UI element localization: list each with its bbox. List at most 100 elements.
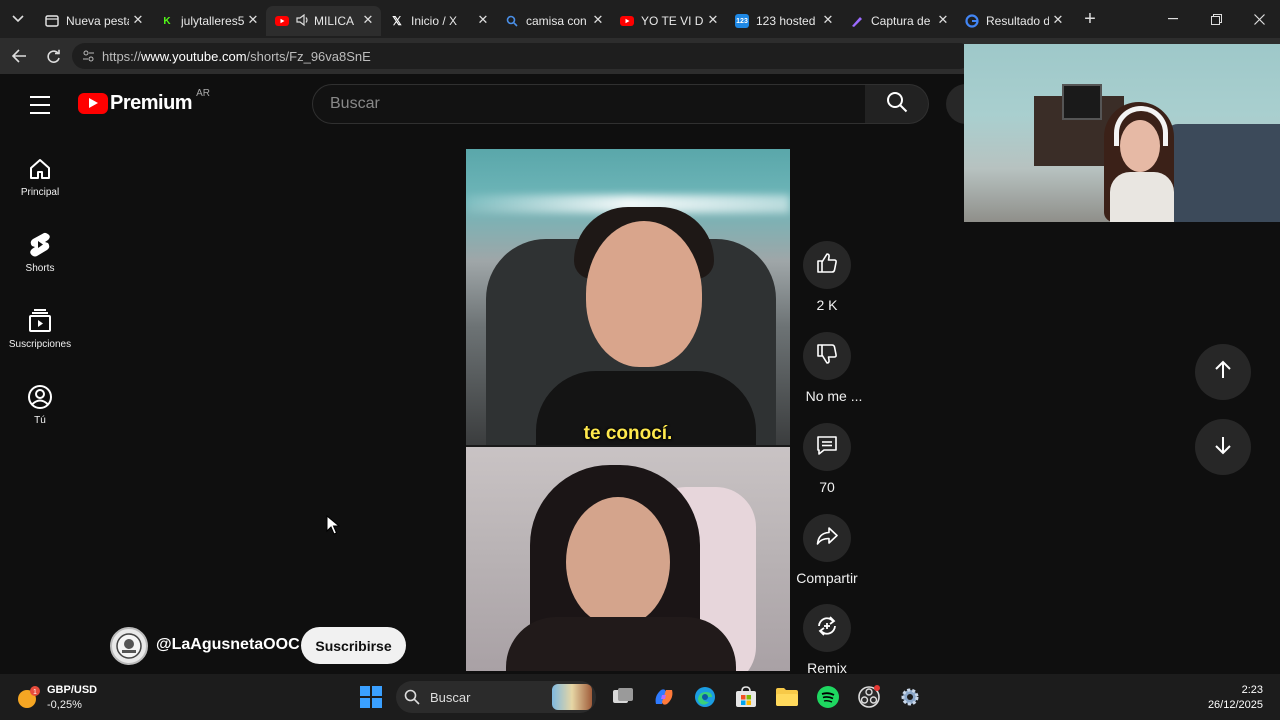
tab-milica-active[interactable]: MILICA ✕ [266,6,381,36]
previous-short-button[interactable] [1195,344,1251,400]
back-button[interactable] [2,39,36,73]
tab-title: Resultado d [986,14,1049,28]
remix-action[interactable]: Remix [803,604,851,676]
search-button[interactable] [865,84,929,124]
search-icon [505,14,519,28]
remix-button[interactable] [803,604,851,652]
task-view-icon[interactable] [608,682,638,712]
speaker-icon[interactable] [296,13,310,29]
search-input[interactable]: Buscar [312,84,866,124]
microsoft-store-icon[interactable] [731,682,761,712]
x-icon: 𝕏 [392,14,402,28]
close-tab-icon[interactable]: ✕ [591,13,605,27]
tab-title: Captura de [871,14,931,28]
tab-youtube-video[interactable]: YO TE VI DE ✕ [611,6,726,36]
clock-time[interactable]: 2:23 [1242,684,1263,696]
like-button[interactable] [803,241,851,289]
currency-ticker-icon[interactable]: 1 [16,684,42,710]
close-tab-icon[interactable]: ✕ [246,13,260,27]
spotify-icon[interactable] [813,682,843,712]
guide-item-shorts[interactable]: Shorts [0,226,80,292]
search-highlight-icon [552,684,592,710]
kick-icon: K [163,15,171,27]
windows-start-icon[interactable] [356,682,386,712]
windows-taskbar: 1 GBP/USD -0,25% Buscar 2:23 26/12/2025 [0,674,1280,720]
close-tab-icon[interactable]: ✕ [131,13,145,27]
file-explorer-icon[interactable] [772,682,802,712]
close-tab-icon[interactable]: ✕ [706,13,720,27]
youtube-premium-logo[interactable]: Premium AR [78,88,210,115]
home-icon [27,156,53,182]
guide-item-tu[interactable]: Tú [0,378,80,444]
new-tab-button[interactable]: + [1073,2,1107,36]
country-code: AR [196,88,210,99]
tab-kick[interactable]: K julytalleres5 ✕ [151,6,266,36]
newtab-icon [45,14,59,28]
tab-123-hosted[interactable]: 123 123 hosted ✕ [726,6,841,36]
site-info-icon[interactable] [82,50,95,65]
dislike-action[interactable]: No me ... [803,332,862,404]
subscribe-button[interactable]: Suscribirse [301,627,406,664]
reload-button[interactable] [36,39,70,73]
comments-action[interactable]: 70 [803,423,851,495]
tab-title: MILICA [314,14,355,28]
guide-item-suscripciones[interactable]: Suscripciones [0,302,80,368]
tab-title: julytalleres5 [181,14,244,28]
arrow-up-icon [1213,360,1233,385]
restore-window-button[interactable] [1194,0,1238,38]
tab-nueva-pestana[interactable]: Nueva pesta ✕ [36,6,151,36]
guide-label: Suscripciones [8,339,72,350]
next-short-button[interactable] [1195,419,1251,475]
url-host: www.youtube.com [141,48,247,64]
dislike-button[interactable] [803,332,851,380]
tab-google-result[interactable]: Resultado d ✕ [956,6,1071,36]
address-bar[interactable]: https://www.youtube.com/shorts/Fz_96va8S… [72,43,972,69]
user-icon [27,384,53,410]
guide-label: Tú [34,415,46,426]
tab-x[interactable]: 𝕏 Inicio / X ✕ [381,6,496,36]
youtube-icon [620,14,634,28]
thumbs-down-icon [816,343,838,370]
share-action[interactable]: Compartir [796,514,858,586]
person-face [566,497,670,627]
123-icon: 123 [735,14,749,28]
shorts-video-player[interactable]: te conocí. [466,149,790,671]
streamer-body [1110,172,1174,222]
tab-title: Nueva pesta [66,14,129,28]
close-tab-icon[interactable]: ✕ [936,13,950,27]
person-face [586,221,702,367]
comment-icon [816,434,838,461]
taskbar-search-box[interactable]: Buscar [396,681,596,713]
close-tab-icon[interactable]: ✕ [361,13,375,27]
bed [1164,124,1280,222]
youtube-play-logo-icon [78,93,108,114]
tab-captura[interactable]: Captura de ✕ [841,6,956,36]
tab-title: camisa con [526,14,587,28]
edge-browser-icon[interactable] [690,682,720,712]
menu-hamburger-icon[interactable] [24,94,56,116]
close-tab-icon[interactable]: ✕ [1051,13,1065,27]
url-path: /shorts/Fz_96va8SnE [246,48,371,64]
clock-date[interactable]: 26/12/2025 [1208,699,1263,711]
obs-studio-icon[interactable] [854,682,884,712]
youtube-icon [275,14,289,28]
comments-button[interactable] [803,423,851,471]
minimize-window-button[interactable] [1151,0,1195,38]
guide-item-principal[interactable]: Principal [0,150,80,216]
url-prefix: https:// [102,48,142,64]
tab-search-chevron-icon[interactable] [0,0,36,38]
search-icon [886,91,908,118]
tab-title: YO TE VI DE [641,14,704,28]
channel-avatar[interactable] [110,627,148,665]
copilot-icon[interactable] [649,682,679,712]
ticker-name[interactable]: GBP/USD [47,684,97,696]
close-tab-icon[interactable]: ✕ [476,13,490,27]
close-window-button[interactable] [1237,0,1280,38]
channel-handle[interactable]: @LaAgusnetaOOC [156,636,300,654]
share-button[interactable] [803,514,851,562]
settings-gear-icon[interactable] [895,682,925,712]
tab-search[interactable]: camisa con ✕ [496,6,611,36]
close-tab-icon[interactable]: ✕ [821,13,835,27]
mouse-cursor-icon [326,514,341,540]
like-action[interactable]: 2 K [803,241,851,313]
